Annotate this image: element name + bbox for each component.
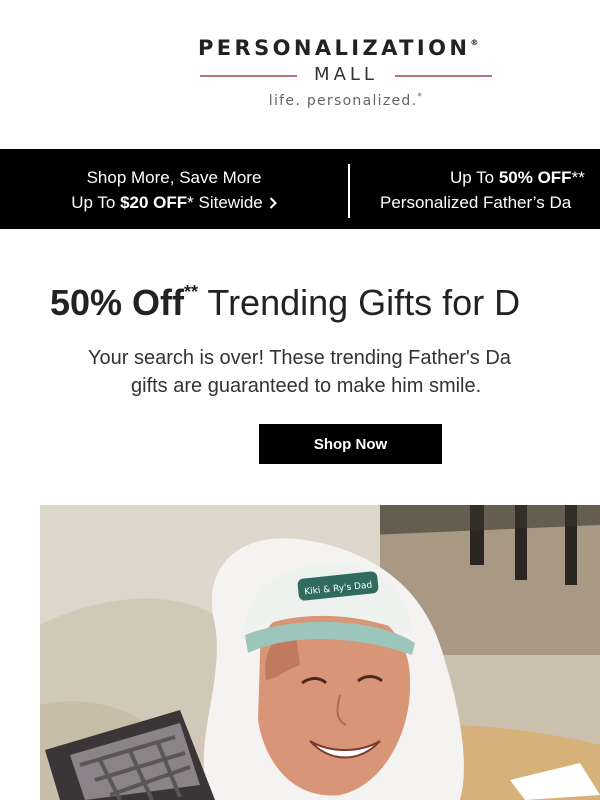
promo-left-suffix: * Sitewide — [187, 193, 263, 212]
tagline-mark: * — [417, 92, 424, 102]
product-photo[interactable]: Kiki & Ry's Dad — [40, 505, 600, 800]
hero-subtitle-line2: gifts are guaranteed to make him smile. — [131, 375, 482, 397]
tagline-text: life. personalized. — [268, 93, 418, 109]
promo-bar: Shop More, Save More Up To $20 OFF* Site… — [0, 149, 600, 229]
promo-right-prefix: Up To — [450, 168, 499, 187]
hero-title: 50% Off** Trending Gifts for D — [50, 282, 520, 324]
product-photo-illustration: Kiki & Ry's Dad — [40, 505, 600, 800]
brand-tagline: life. personalized.* — [200, 92, 492, 109]
promo-divider — [348, 164, 350, 218]
hero-title-rest: Trending Gifts for D — [198, 282, 521, 323]
brand-mall-row: MALL — [200, 64, 492, 88]
brand-logo[interactable]: PERSONALIZATION® — [198, 36, 508, 60]
promo-right-line2: Personalized Father’s Da — [380, 193, 572, 212]
registered-mark: ® — [470, 38, 479, 47]
promo-right-line1: Up To 50% OFF** — [380, 165, 585, 190]
chevron-right-icon — [269, 190, 277, 215]
hero-title-mark: ** — [184, 282, 199, 302]
email-header: PERSONALIZATION® MALL life. personalized… — [0, 0, 600, 149]
promo-left-line2: Up To $20 OFF* Sitewide — [0, 190, 348, 215]
promo-right-amount: 50% OFF — [498, 168, 572, 187]
hero-title-discount: 50% Off — [50, 282, 185, 323]
promo-left-amount: $20 OFF — [120, 193, 188, 212]
hero-subtitle-line1: Your search is over! These trending Fath… — [88, 347, 511, 369]
hero-subtitle: Your search is over! These trending Fath… — [88, 344, 600, 400]
promo-left-line1: Shop More, Save More — [86, 168, 262, 187]
brand-name: PERSONALIZATION — [198, 36, 471, 60]
promo-left-prefix: Up To — [71, 193, 121, 212]
promo-fathers-day-link[interactable]: Up To 50% OFF** Personalized Father’s Da — [380, 165, 585, 215]
promo-right-mark: ** — [571, 168, 585, 187]
shop-now-button[interactable]: Shop Now — [259, 424, 442, 464]
promo-sitewide-link[interactable]: Shop More, Save More Up To $20 OFF* Site… — [0, 165, 348, 215]
logo-rule-right — [395, 75, 492, 77]
